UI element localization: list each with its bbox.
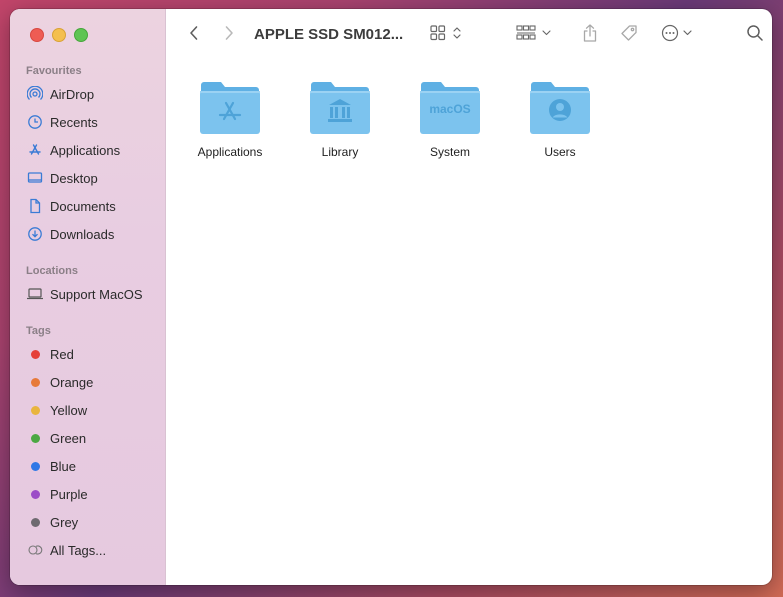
users-folder-icon: [529, 81, 591, 135]
tag-dot-icon: [26, 374, 44, 390]
view-mode-button[interactable]: [427, 23, 467, 47]
desktop-icon: [26, 170, 44, 186]
sidebar-item-label: Yellow: [50, 402, 88, 418]
search-icon: [746, 24, 764, 47]
close-button[interactable]: [30, 28, 44, 42]
file-browser: Applications Library macOS System Users: [165, 61, 772, 585]
tag-dot-icon: [26, 514, 44, 530]
sidebar-item-label: Applications: [50, 142, 121, 158]
applications-icon: [26, 142, 44, 158]
sidebar-item-label: Recents: [50, 114, 98, 130]
sidebar-item-label: Grey: [50, 514, 79, 530]
zoom-button[interactable]: [74, 28, 88, 42]
folder-item-users[interactable]: Users: [515, 81, 605, 159]
tag-icon: [619, 23, 639, 48]
toolbar: APPLE SSD SM012...: [165, 9, 772, 61]
sidebar-tag-yellow[interactable]: Yellow: [26, 399, 161, 421]
more-actions-button[interactable]: [659, 23, 699, 47]
sidebar-item-airdrop[interactable]: AirDrop: [26, 83, 161, 105]
forward-button[interactable]: [220, 23, 238, 47]
sidebar-item-label: Desktop: [50, 170, 98, 186]
sidebar-item-applications[interactable]: Applications: [26, 139, 161, 161]
chevron-right-icon: [224, 25, 234, 46]
window-controls: [30, 28, 88, 42]
sidebar-item-label: Orange: [50, 374, 94, 390]
window-title: APPLE SSD SM012...: [254, 26, 404, 43]
sidebar-tag-purple[interactable]: Purple: [26, 483, 161, 505]
library-folder-icon: [309, 81, 371, 135]
download-icon: [26, 226, 44, 242]
locations-heading: Locations: [26, 265, 78, 277]
folder-item-library[interactable]: Library: [295, 81, 385, 159]
sidebar-item-label: Blue: [50, 458, 77, 474]
airdrop-icon: [26, 86, 44, 102]
search-button[interactable]: [743, 23, 767, 47]
sidebar-item-desktop[interactable]: Desktop: [26, 167, 161, 189]
sidebar-tag-orange[interactable]: Orange: [26, 371, 161, 393]
tag-dot-icon: [26, 430, 44, 446]
sidebar-item-label: Green: [50, 430, 87, 446]
sidebar-item-label: Downloads: [50, 226, 115, 242]
all-tags-icon: [26, 542, 44, 558]
group-by-button[interactable]: [513, 23, 557, 47]
item-label: Library: [321, 145, 359, 159]
favourites-heading: Favourites: [26, 65, 82, 77]
applications-folder-icon: [199, 81, 261, 135]
back-button[interactable]: [185, 23, 203, 47]
sidebar-item-label: Documents: [50, 198, 116, 214]
macos-emblem-text: macOS: [429, 102, 471, 116]
sidebar-tag-grey[interactable]: Grey: [26, 511, 161, 533]
sidebar-item-recents[interactable]: Recents: [26, 111, 161, 133]
laptop-icon: [26, 286, 44, 302]
item-label: System: [429, 145, 470, 159]
sidebar-item-label: Support MacOS: [50, 286, 143, 302]
sidebar-item-documents[interactable]: Documents: [26, 195, 161, 217]
sidebar-item-label: Red: [50, 346, 74, 362]
system-folder-icon: macOS: [419, 81, 481, 135]
share-icon: [582, 23, 598, 48]
tag-dot-icon: [26, 402, 44, 418]
tag-dot-icon: [26, 486, 44, 502]
ellipsis-circle-icon: [660, 24, 698, 47]
tags-button[interactable]: [619, 23, 639, 47]
share-button[interactable]: [580, 23, 600, 47]
folder-item-system[interactable]: macOS System: [405, 81, 495, 159]
sidebar-all-tags[interactable]: All Tags...: [26, 539, 161, 561]
sidebar-item-label: AirDrop: [50, 86, 95, 102]
sidebar-tag-red[interactable]: Red: [26, 343, 161, 365]
sidebar-tag-green[interactable]: Green: [26, 427, 161, 449]
sidebar-item-downloads[interactable]: Downloads: [26, 223, 161, 245]
document-icon: [26, 198, 44, 214]
chevron-left-icon: [189, 25, 199, 46]
tag-dot-icon: [26, 458, 44, 474]
sidebar: Favourites AirDrop Recents Applications …: [10, 9, 166, 585]
folder-item-applications[interactable]: Applications: [185, 81, 275, 159]
item-label: Applications: [197, 145, 263, 159]
sidebar-item-label: Purple: [50, 486, 88, 502]
sidebar-tag-blue[interactable]: Blue: [26, 455, 161, 477]
group-grid-icon: [515, 24, 555, 47]
tag-dot-icon: [26, 346, 44, 362]
sidebar-item-support-macos[interactable]: Support MacOS: [26, 283, 161, 305]
icon-grid-icon: [429, 24, 465, 47]
minimize-button[interactable]: [52, 28, 66, 42]
sidebar-item-label: All Tags...: [50, 542, 107, 558]
tags-heading: Tags: [26, 325, 51, 337]
clock-icon: [26, 114, 44, 130]
item-label: Users: [544, 145, 576, 159]
finder-window: Favourites AirDrop Recents Applications …: [10, 9, 772, 585]
